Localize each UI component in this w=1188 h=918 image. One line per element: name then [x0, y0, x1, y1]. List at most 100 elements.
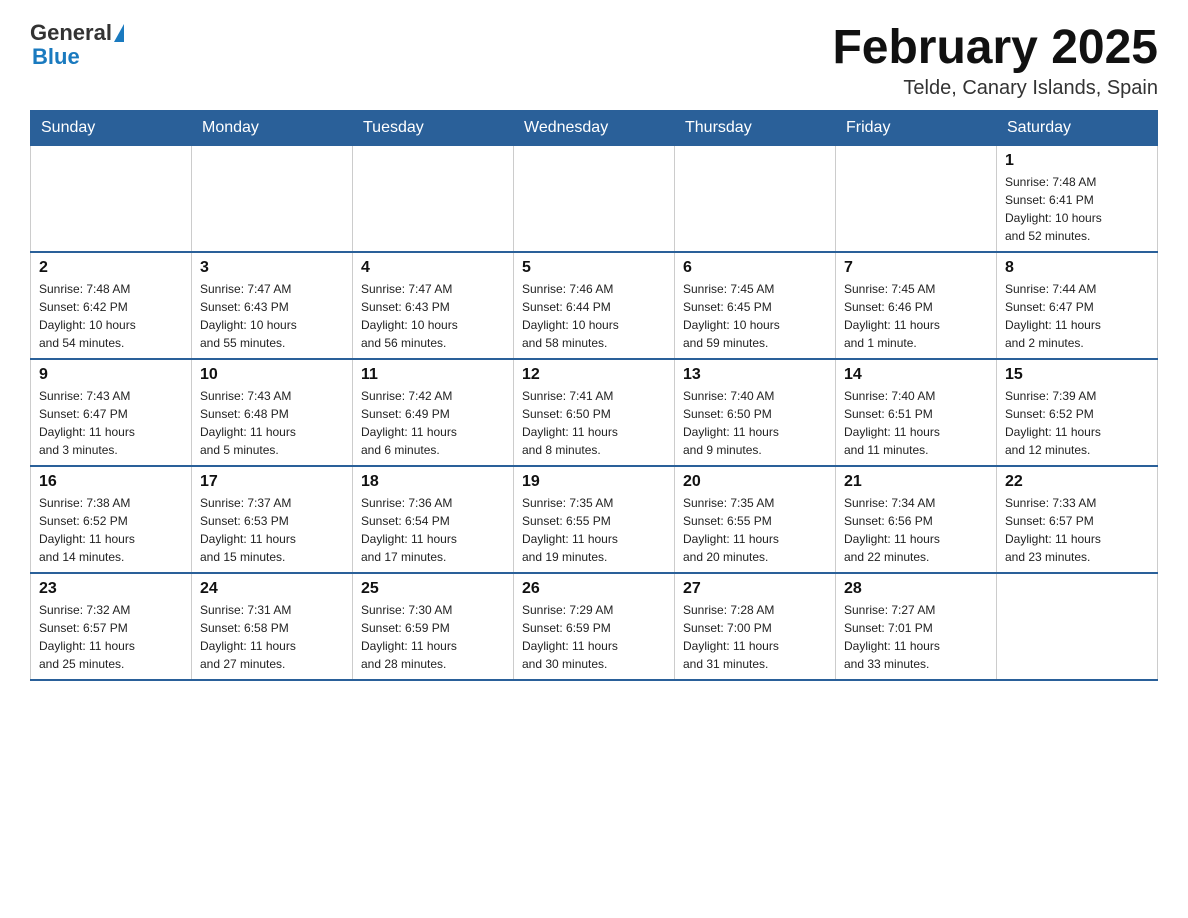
day-info: Sunrise: 7:35 AM Sunset: 6:55 PM Dayligh… — [683, 494, 827, 566]
day-number: 7 — [844, 259, 988, 277]
day-info: Sunrise: 7:37 AM Sunset: 6:53 PM Dayligh… — [200, 494, 344, 566]
calendar-cell: 20 Sunrise: 7:35 AM Sunset: 6:55 PM Dayli… — [675, 466, 836, 573]
calendar-cell — [514, 146, 675, 253]
day-info: Sunrise: 7:44 AM Sunset: 6:47 PM Dayligh… — [1005, 280, 1149, 352]
calendar-cell: 23 Sunrise: 7:32 AM Sunset: 6:57 PM Dayli… — [31, 573, 192, 680]
calendar-cell: 5 Sunrise: 7:46 AM Sunset: 6:44 PM Daylig… — [514, 252, 675, 359]
day-number: 17 — [200, 473, 344, 491]
day-number: 20 — [683, 473, 827, 491]
day-number: 19 — [522, 473, 666, 491]
day-number: 11 — [361, 366, 505, 384]
calendar-week-row: 16Sunrise: 7:38 AM Sunset: 6:52 PM Dayli… — [31, 466, 1158, 573]
calendar-cell: 3 Sunrise: 7:47 AM Sunset: 6:43 PM Daylig… — [192, 252, 353, 359]
calendar-cell: 27 Sunrise: 7:28 AM Sunset: 7:00 PM Dayli… — [675, 573, 836, 680]
day-number: 14 — [844, 366, 988, 384]
calendar-cell: 25 Sunrise: 7:30 AM Sunset: 6:59 PM Dayli… — [353, 573, 514, 680]
calendar-cell: 15Sunrise: 7:39 AM Sunset: 6:52 PM Dayli… — [997, 359, 1158, 466]
day-info: Sunrise: 7:40 AM Sunset: 6:50 PM Dayligh… — [683, 387, 827, 459]
calendar-cell: 28 Sunrise: 7:27 AM Sunset: 7:01 PM Dayli… — [836, 573, 997, 680]
day-number: 26 — [522, 580, 666, 598]
day-info: Sunrise: 7:34 AM Sunset: 6:56 PM Dayligh… — [844, 494, 988, 566]
calendar-cell: 19 Sunrise: 7:35 AM Sunset: 6:55 PM Dayli… — [514, 466, 675, 573]
day-number: 13 — [683, 366, 827, 384]
calendar-week-row: 9Sunrise: 7:43 AM Sunset: 6:47 PM Daylig… — [31, 359, 1158, 466]
logo-general-text: General — [30, 20, 112, 46]
day-of-week-header: Thursday — [675, 111, 836, 146]
day-info: Sunrise: 7:33 AM Sunset: 6:57 PM Dayligh… — [1005, 494, 1149, 566]
day-of-week-header: Friday — [836, 111, 997, 146]
calendar-cell — [836, 146, 997, 253]
day-info: Sunrise: 7:47 AM Sunset: 6:43 PM Dayligh… — [361, 280, 505, 352]
calendar-cell — [192, 146, 353, 253]
logo: General Blue — [30, 20, 124, 70]
calendar-cell: 2Sunrise: 7:48 AM Sunset: 6:42 PM Daylig… — [31, 252, 192, 359]
calendar-cell: 12 Sunrise: 7:41 AM Sunset: 6:50 PM Dayli… — [514, 359, 675, 466]
day-number: 28 — [844, 580, 988, 598]
day-info: Sunrise: 7:45 AM Sunset: 6:46 PM Dayligh… — [844, 280, 988, 352]
calendar-cell: 16Sunrise: 7:38 AM Sunset: 6:52 PM Dayli… — [31, 466, 192, 573]
calendar-cell: 26 Sunrise: 7:29 AM Sunset: 6:59 PM Dayli… — [514, 573, 675, 680]
calendar-cell: 7 Sunrise: 7:45 AM Sunset: 6:46 PM Daylig… — [836, 252, 997, 359]
calendar-cell: 8 Sunrise: 7:44 AM Sunset: 6:47 PM Daylig… — [997, 252, 1158, 359]
calendar-cell: 6Sunrise: 7:45 AM Sunset: 6:45 PM Daylig… — [675, 252, 836, 359]
day-info: Sunrise: 7:41 AM Sunset: 6:50 PM Dayligh… — [522, 387, 666, 459]
day-number: 21 — [844, 473, 988, 491]
calendar-cell: 17 Sunrise: 7:37 AM Sunset: 6:53 PM Dayli… — [192, 466, 353, 573]
day-info: Sunrise: 7:27 AM Sunset: 7:01 PM Dayligh… — [844, 601, 988, 673]
day-number: 10 — [200, 366, 344, 384]
calendar-cell: 14 Sunrise: 7:40 AM Sunset: 6:51 PM Dayli… — [836, 359, 997, 466]
day-number: 8 — [1005, 259, 1149, 277]
calendar-cell: 11 Sunrise: 7:42 AM Sunset: 6:49 PM Dayli… — [353, 359, 514, 466]
calendar-cell: 22 Sunrise: 7:33 AM Sunset: 6:57 PM Dayli… — [997, 466, 1158, 573]
day-number: 1 — [1005, 152, 1149, 170]
calendar-week-row: 23 Sunrise: 7:32 AM Sunset: 6:57 PM Dayli… — [31, 573, 1158, 680]
day-info: Sunrise: 7:43 AM Sunset: 6:47 PM Dayligh… — [39, 387, 183, 459]
day-number: 15 — [1005, 366, 1149, 384]
calendar-week-row: 2Sunrise: 7:48 AM Sunset: 6:42 PM Daylig… — [31, 252, 1158, 359]
day-number: 3 — [200, 259, 344, 277]
calendar-cell: 1 Sunrise: 7:48 AM Sunset: 6:41 PM Daylig… — [997, 146, 1158, 253]
logo-triangle-icon — [114, 24, 124, 42]
day-info: Sunrise: 7:32 AM Sunset: 6:57 PM Dayligh… — [39, 601, 183, 673]
calendar-cell: 24 Sunrise: 7:31 AM Sunset: 6:58 PM Dayli… — [192, 573, 353, 680]
day-info: Sunrise: 7:47 AM Sunset: 6:43 PM Dayligh… — [200, 280, 344, 352]
calendar-cell: 9Sunrise: 7:43 AM Sunset: 6:47 PM Daylig… — [31, 359, 192, 466]
calendar-cell — [997, 573, 1158, 680]
location: Telde, Canary Islands, Spain — [832, 77, 1158, 100]
day-number: 22 — [1005, 473, 1149, 491]
day-of-week-header: Wednesday — [514, 111, 675, 146]
day-of-week-header: Saturday — [997, 111, 1158, 146]
day-info: Sunrise: 7:42 AM Sunset: 6:49 PM Dayligh… — [361, 387, 505, 459]
calendar-cell: 21 Sunrise: 7:34 AM Sunset: 6:56 PM Dayli… — [836, 466, 997, 573]
title-block: February 2025 Telde, Canary Islands, Spa… — [832, 20, 1158, 100]
day-info: Sunrise: 7:46 AM Sunset: 6:44 PM Dayligh… — [522, 280, 666, 352]
day-info: Sunrise: 7:43 AM Sunset: 6:48 PM Dayligh… — [200, 387, 344, 459]
day-of-week-header: Tuesday — [353, 111, 514, 146]
calendar-cell: 18 Sunrise: 7:36 AM Sunset: 6:54 PM Dayli… — [353, 466, 514, 573]
day-number: 5 — [522, 259, 666, 277]
logo-blue-text: Blue — [30, 44, 80, 70]
day-number: 25 — [361, 580, 505, 598]
day-info: Sunrise: 7:28 AM Sunset: 7:00 PM Dayligh… — [683, 601, 827, 673]
day-number: 24 — [200, 580, 344, 598]
day-of-week-header: Sunday — [31, 111, 192, 146]
day-info: Sunrise: 7:38 AM Sunset: 6:52 PM Dayligh… — [39, 494, 183, 566]
page-header: General Blue February 2025 Telde, Canary… — [30, 20, 1158, 100]
day-number: 23 — [39, 580, 183, 598]
day-number: 6 — [683, 259, 827, 277]
calendar-header-row: SundayMondayTuesdayWednesdayThursdayFrid… — [31, 111, 1158, 146]
day-info: Sunrise: 7:31 AM Sunset: 6:58 PM Dayligh… — [200, 601, 344, 673]
day-info: Sunrise: 7:48 AM Sunset: 6:41 PM Dayligh… — [1005, 173, 1149, 245]
day-number: 12 — [522, 366, 666, 384]
day-info: Sunrise: 7:29 AM Sunset: 6:59 PM Dayligh… — [522, 601, 666, 673]
calendar-table: SundayMondayTuesdayWednesdayThursdayFrid… — [30, 110, 1158, 681]
day-info: Sunrise: 7:30 AM Sunset: 6:59 PM Dayligh… — [361, 601, 505, 673]
calendar-title: February 2025 — [832, 20, 1158, 75]
calendar-cell — [31, 146, 192, 253]
day-info: Sunrise: 7:36 AM Sunset: 6:54 PM Dayligh… — [361, 494, 505, 566]
day-info: Sunrise: 7:35 AM Sunset: 6:55 PM Dayligh… — [522, 494, 666, 566]
day-number: 2 — [39, 259, 183, 277]
day-number: 18 — [361, 473, 505, 491]
day-info: Sunrise: 7:40 AM Sunset: 6:51 PM Dayligh… — [844, 387, 988, 459]
day-number: 27 — [683, 580, 827, 598]
